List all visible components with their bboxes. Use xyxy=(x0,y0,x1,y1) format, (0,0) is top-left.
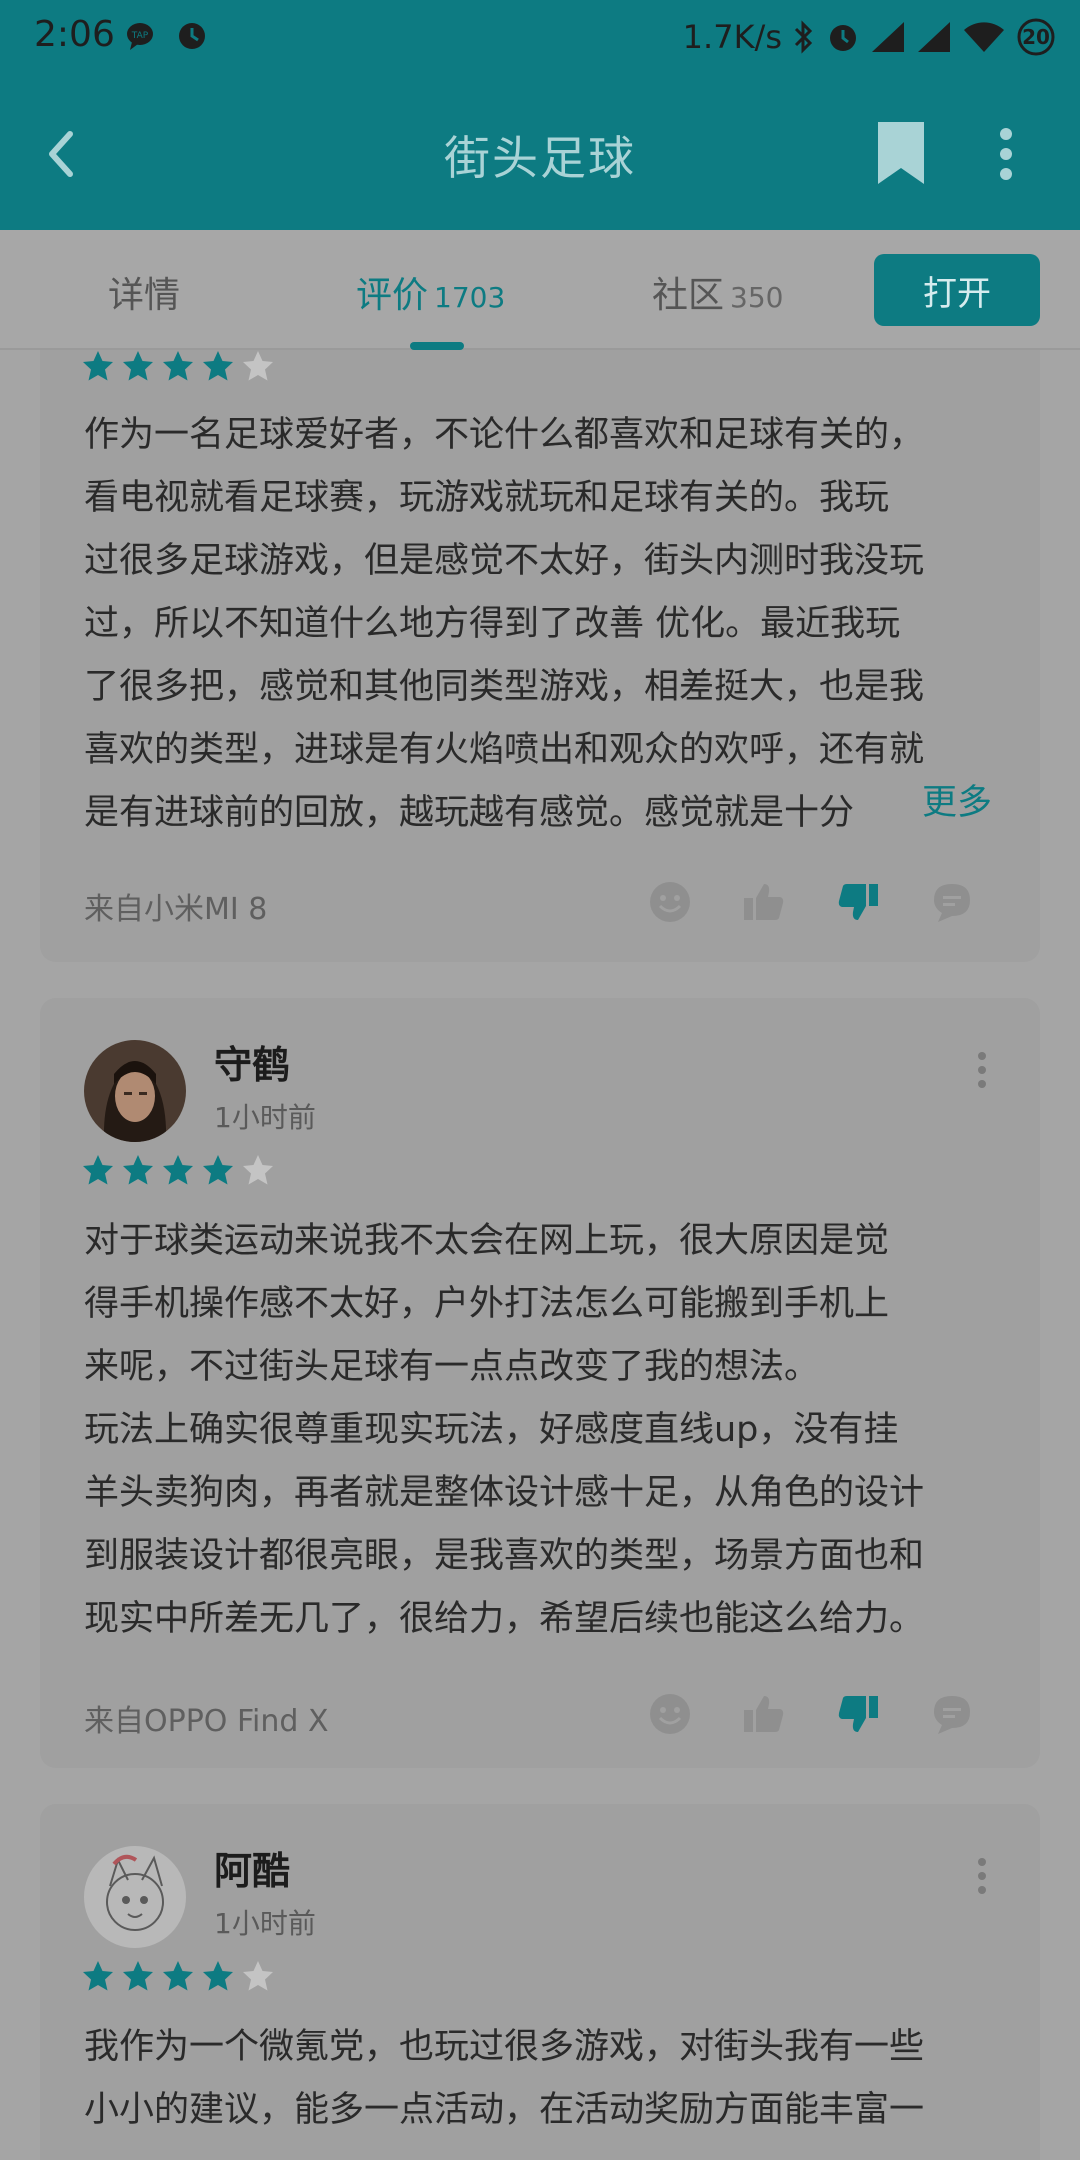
star-filled-icon xyxy=(83,351,113,381)
star-filled-icon xyxy=(83,1961,113,1991)
star-filled-icon xyxy=(123,1155,153,1185)
wifi-icon xyxy=(964,22,1004,52)
thumbs-down-icon[interactable] xyxy=(836,880,880,924)
review-actions xyxy=(648,880,974,924)
status-right-group: 1.7K/s 20 xyxy=(683,12,1056,62)
network-speed: 1.7K/s xyxy=(682,18,782,56)
tab-community-label: 社区 xyxy=(652,275,725,316)
status-bar: 2:06 TAP 1.7K/s 20 xyxy=(0,0,1080,78)
star-empty-icon xyxy=(243,1155,273,1185)
clock-app-icon xyxy=(179,23,205,49)
comment-icon[interactable] xyxy=(930,880,974,924)
star-empty-icon xyxy=(243,351,273,381)
signal-icon-1 xyxy=(872,22,904,52)
active-tab-indicator xyxy=(410,342,464,350)
thumbs-down-icon[interactable] xyxy=(836,1692,880,1736)
review-text[interactable]: 对于球类运动来说我不太会在网上玩，很大原因是觉 得手机操作感不太好，户外打法怎么… xyxy=(84,1210,1004,1651)
avatar[interactable] xyxy=(84,1040,186,1142)
review-actions xyxy=(648,1692,974,1736)
battery-icon: 20 xyxy=(1016,17,1056,57)
more-options-icon[interactable] xyxy=(990,124,1022,184)
review-card: 阿酷 1小时前 我作为一个微氪党，也玩过很多游戏，对街头我有一些 小小的建议，能… xyxy=(40,1804,1040,2160)
star-filled-icon xyxy=(203,351,233,381)
emoji-icon[interactable] xyxy=(648,1692,692,1736)
thumbs-up-icon[interactable] xyxy=(742,1692,786,1736)
svg-text:TAP: TAP xyxy=(131,31,149,41)
star-empty-icon xyxy=(243,1961,273,1991)
review-menu-icon[interactable] xyxy=(974,1856,990,1896)
review-stars xyxy=(82,350,274,382)
tab-bar: 详情 评价 1703 社区 350 打开 xyxy=(0,230,1080,350)
tab-reviews-count: 1703 xyxy=(434,281,506,314)
chat-notification-icon: TAP xyxy=(127,23,153,50)
review-text[interactable]: 作为一名足球爱好者，不论什么都喜欢和足球有关的， 看电视就看足球赛，玩游戏就玩和… xyxy=(84,404,1004,845)
thumbs-up-icon[interactable] xyxy=(742,880,786,924)
review-time: 1小时前 xyxy=(214,1101,316,1134)
username[interactable]: 阿酷 xyxy=(214,1840,290,1895)
review-text[interactable]: 我作为一个微氪党，也玩过很多游戏，对街头我有一些 小小的建议，能多一点活动，在活… xyxy=(84,2016,1004,2142)
star-filled-icon xyxy=(163,1155,193,1185)
review-stars xyxy=(82,1154,274,1186)
tab-reviews-label: 评价 xyxy=(356,275,429,316)
avatar[interactable] xyxy=(84,1846,186,1948)
comment-icon[interactable] xyxy=(930,1692,974,1736)
review-stars xyxy=(82,1960,274,1992)
bluetooth-icon xyxy=(794,20,813,54)
device-label: 来自OPPO Find X xyxy=(84,1704,329,1739)
star-filled-icon xyxy=(123,1961,153,1991)
username[interactable]: 守鹤 xyxy=(214,1034,290,1089)
status-time: 2:06 xyxy=(34,14,115,55)
tab-community-count: 350 xyxy=(730,281,784,314)
star-filled-icon xyxy=(163,1961,193,1991)
tab-community[interactable]: 社区 350 xyxy=(652,266,783,318)
review-menu-icon[interactable] xyxy=(974,1050,990,1090)
device-label: 来自小米MI 8 xyxy=(84,892,268,927)
star-filled-icon xyxy=(203,1155,233,1185)
bookmark-icon[interactable] xyxy=(870,118,932,188)
tab-details[interactable]: 详情 xyxy=(108,266,180,318)
open-button[interactable]: 打开 xyxy=(874,254,1040,326)
star-filled-icon xyxy=(83,1155,113,1185)
battery-level: 20 xyxy=(1022,25,1050,49)
alarm-icon xyxy=(830,25,856,51)
star-filled-icon xyxy=(163,351,193,381)
review-time: 1小时前 xyxy=(214,1907,316,1940)
tab-reviews[interactable]: 评价 1703 xyxy=(356,266,505,318)
review-card: 作为一名足球爱好者，不论什么都喜欢和足球有关的， 看电视就看足球赛，玩游戏就玩和… xyxy=(40,350,1040,962)
star-filled-icon xyxy=(203,1961,233,1991)
signal-icon-2 xyxy=(918,22,950,52)
emoji-icon[interactable] xyxy=(648,880,692,924)
app-bar: 街头足球 xyxy=(0,78,1080,230)
tab-details-label: 详情 xyxy=(108,275,181,316)
more-link[interactable]: 更多 xyxy=(882,772,993,835)
star-filled-icon xyxy=(123,351,153,381)
review-card: 守鹤 1小时前 对于球类运动来说我不太会在网上玩，很大原因是觉 得手机操作感不太… xyxy=(40,998,1040,1768)
